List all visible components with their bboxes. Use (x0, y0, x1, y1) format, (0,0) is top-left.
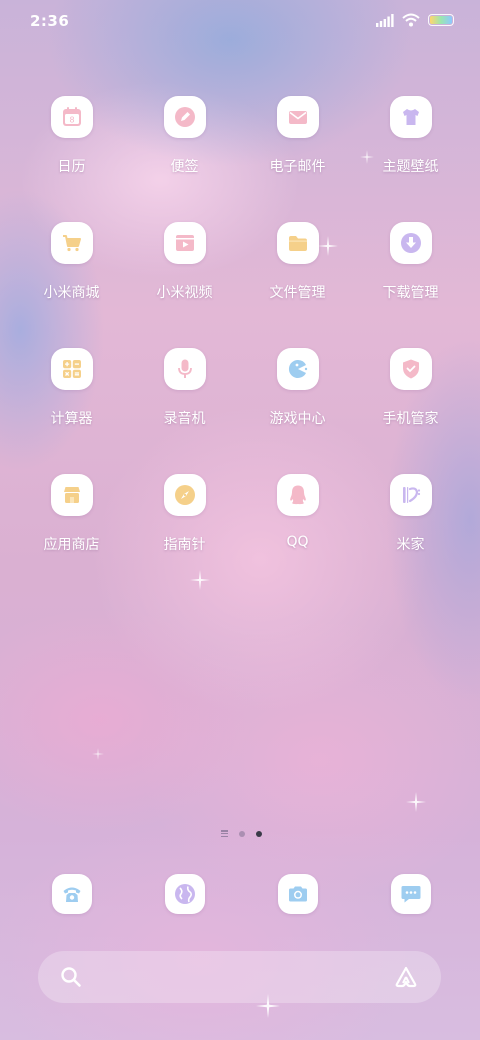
sparkle-decoration (406, 792, 426, 812)
app-label: 录音机 (163, 411, 206, 427)
compass-icon[interactable] (163, 474, 206, 516)
app-calculator[interactable]: 计算器 (15, 348, 128, 474)
app-game-center[interactable]: 游戏中心 (241, 348, 354, 474)
sparkle-decoration (92, 748, 104, 760)
page-dot-active[interactable] (255, 830, 262, 837)
status-bar: 2:36 (0, 0, 480, 40)
app-label: 手机管家 (382, 411, 439, 427)
page-indicator[interactable] (0, 830, 480, 837)
status-icons (376, 13, 454, 27)
app-notes[interactable]: 便签 (128, 96, 241, 222)
messages-icon[interactable] (390, 874, 431, 914)
mail-icon[interactable] (276, 96, 319, 138)
sparkle-decoration (190, 570, 210, 590)
app-label: 日历 (57, 159, 86, 175)
microphone-icon[interactable] (163, 348, 206, 390)
app-mi-video[interactable]: 小米视频 (128, 222, 241, 348)
video-icon[interactable] (163, 222, 206, 264)
calendar-icon[interactable]: 8 (50, 96, 93, 138)
camera-icon[interactable] (277, 874, 318, 914)
qq-penguin-icon[interactable] (276, 474, 319, 516)
search-bar[interactable] (38, 951, 441, 1003)
app-recorder[interactable]: 录音机 (128, 348, 241, 474)
battery-icon (428, 14, 454, 26)
tshirt-icon[interactable] (389, 96, 432, 138)
app-label: 计算器 (50, 411, 93, 427)
folder-icon[interactable] (276, 222, 319, 264)
app-qq[interactable]: QQ (241, 474, 354, 600)
app-grid: 8 日历 便签 电子邮件 主题壁纸 小米商城 小米视频 文件管理 下载管理 计算… (15, 96, 467, 600)
app-email[interactable]: 电子邮件 (241, 96, 354, 222)
calculator-icon[interactable] (50, 348, 93, 390)
app-label: 游戏中心 (269, 411, 326, 427)
app-security[interactable]: 手机管家 (354, 348, 467, 474)
game-pacman-icon[interactable] (276, 348, 319, 390)
signal-icon (376, 13, 394, 27)
sparkle-decoration (318, 236, 338, 256)
app-app-store[interactable]: 应用商店 (15, 474, 128, 600)
app-label: 电子邮件 (269, 159, 326, 175)
app-label: 便签 (170, 159, 199, 175)
shield-icon[interactable] (389, 348, 432, 390)
app-mijia[interactable]: 米家 (354, 474, 467, 600)
app-label: 小米视频 (156, 285, 213, 301)
dock (15, 874, 467, 914)
app-compass[interactable]: 指南针 (128, 474, 241, 600)
app-calendar[interactable]: 8 日历 (15, 96, 128, 222)
browser-globe-icon[interactable] (164, 874, 205, 914)
assistant-icon[interactable] (393, 965, 419, 989)
notes-pencil-icon[interactable] (163, 96, 206, 138)
page-list-icon[interactable] (220, 830, 228, 837)
app-mi-store[interactable]: 小米商城 (15, 222, 128, 348)
mijia-icon[interactable] (389, 474, 432, 516)
page-dot[interactable] (238, 830, 245, 837)
app-label: 下载管理 (382, 285, 439, 301)
sparkle-decoration (360, 150, 374, 164)
app-label: 指南针 (163, 537, 206, 553)
app-label: 主题壁纸 (382, 159, 439, 175)
app-label: 应用商店 (43, 537, 100, 553)
wifi-icon (402, 13, 420, 27)
svg-text:8: 8 (69, 116, 74, 125)
app-label: QQ (286, 534, 309, 550)
app-downloads[interactable]: 下载管理 (354, 222, 467, 348)
store-icon[interactable] (50, 474, 93, 516)
status-time: 2:36 (30, 12, 70, 30)
download-icon[interactable] (389, 222, 432, 264)
app-label: 文件管理 (269, 285, 326, 301)
cart-icon[interactable] (50, 222, 93, 264)
phone-icon[interactable] (51, 874, 92, 914)
sparkle-decoration (256, 994, 280, 1018)
search-icon[interactable] (60, 966, 82, 988)
app-label: 小米商城 (43, 285, 100, 301)
app-label: 米家 (396, 537, 425, 553)
